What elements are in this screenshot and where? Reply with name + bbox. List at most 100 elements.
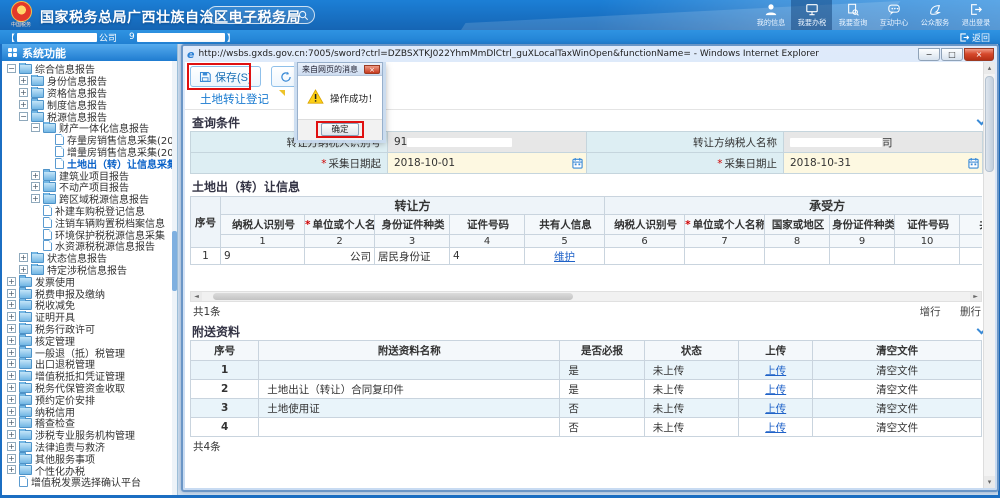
sidebar-item-label[interactable]: 环境保护税税源信息采集 — [55, 228, 165, 240]
sidebar-item-label[interactable]: 税费申报及缴纳 — [35, 287, 105, 299]
sidebar-item-label[interactable]: 综合信息报告 — [35, 63, 95, 75]
maintain-link[interactable]: 维护 — [554, 251, 575, 263]
attachments-section-header[interactable]: 附送资料 — [185, 319, 995, 338]
expand-toggle-icon[interactable] — [7, 395, 16, 404]
minimize-button[interactable]: − — [918, 48, 940, 61]
sidebar-item[interactable]: 存量房销售信息采集(2016) — [2, 134, 177, 146]
sidebar-item-label[interactable]: 其他服务事项 — [35, 452, 95, 464]
sidebar-item[interactable]: 涉税专业服务机构管理 — [2, 429, 177, 441]
sidebar-item-label[interactable]: 纳税信用 — [35, 405, 75, 417]
delete-row-button[interactable]: 删行 — [960, 306, 981, 318]
nav-my-info[interactable]: 我的信息 — [750, 0, 791, 30]
sidebar-item-label[interactable]: 出口退税管理 — [35, 358, 95, 370]
sidebar-item[interactable]: 建筑业项目报告 — [2, 169, 177, 181]
expand-toggle-icon[interactable] — [7, 418, 16, 427]
expand-toggle-icon[interactable] — [7, 324, 16, 333]
clear-file-button[interactable]: 清空文件 — [813, 380, 982, 399]
sidebar-item-label[interactable]: 资格信息报告 — [47, 87, 107, 99]
expand-toggle-icon[interactable] — [19, 76, 28, 85]
expand-toggle-icon[interactable] — [7, 64, 16, 73]
sidebar-item-label[interactable]: 状态信息报告 — [47, 252, 107, 264]
sidebar-item-label[interactable]: 稽查检查 — [35, 417, 75, 429]
close-button[interactable]: × — [964, 48, 994, 61]
vertical-scrollbar-thumb[interactable] — [985, 76, 994, 172]
sidebar-item-label[interactable]: 增量房销售信息采集(2016) — [67, 146, 177, 158]
calendar-icon[interactable] — [572, 157, 583, 172]
sidebar-item-label[interactable]: 核定管理 — [35, 334, 75, 346]
sidebar-item-label[interactable]: 一般退（抵）税管理 — [35, 346, 125, 358]
date-end-field[interactable]: 2018-10-31 — [784, 153, 983, 174]
dialog-close-icon[interactable]: × — [364, 65, 380, 74]
tab-land-transfer[interactable]: 土地转让登记 — [190, 89, 279, 109]
sidebar-scrollbar-thumb[interactable] — [172, 231, 177, 291]
sidebar-item-label[interactable]: 身份信息报告 — [47, 75, 107, 87]
back-button[interactable]: 返回 — [960, 30, 990, 44]
cell-transferee-id[interactable] — [605, 248, 685, 265]
sidebar-item[interactable]: 综合信息报告 — [2, 63, 177, 75]
expand-toggle-icon[interactable] — [7, 371, 16, 380]
sidebar-item-label[interactable]: 特定涉税信息报告 — [47, 264, 127, 276]
sidebar-item[interactable]: 出口退税管理 — [2, 358, 177, 370]
cell-transferee-name[interactable] — [685, 248, 765, 265]
sidebar-item-label[interactable]: 存量房销售信息采集(2016) — [67, 134, 177, 146]
sidebar-item[interactable]: 税费申报及缴纳 — [2, 287, 177, 299]
header-search[interactable] — [207, 6, 315, 24]
upload-link[interactable]: 上传 — [765, 403, 786, 415]
expand-toggle-icon[interactable] — [7, 348, 16, 357]
sidebar-item[interactable]: 环境保护税税源信息采集 — [2, 228, 177, 240]
sidebar-item-label[interactable]: 财产一体化信息报告 — [59, 122, 149, 134]
search-icon[interactable] — [298, 10, 309, 21]
sidebar-item-label[interactable]: 涉税专业服务机构管理 — [35, 429, 135, 441]
sidebar-item[interactable]: 补建车购税登记信息 — [2, 205, 177, 217]
horizontal-scrollbar-thumb[interactable] — [213, 293, 573, 300]
cell-transferor-id[interactable]: 9 — [221, 248, 305, 265]
scroll-down-arrow-icon[interactable]: ▾ — [984, 476, 995, 488]
expand-toggle-icon[interactable] — [31, 123, 40, 132]
sidebar-item[interactable]: 税源信息报告 — [2, 110, 177, 122]
sidebar-item-label[interactable]: 税务行政许可 — [35, 323, 95, 335]
sidebar-item-label[interactable]: 法律追责与救济 — [35, 441, 105, 453]
expand-toggle-icon[interactable] — [7, 359, 16, 368]
sidebar-item[interactable]: 不动产项目报告 — [2, 181, 177, 193]
cell-transferee-cert-no[interactable] — [895, 248, 960, 265]
dialog-titlebar[interactable]: 来自网页的消息 × — [298, 63, 382, 76]
date-start-field[interactable]: 2018-10-01 — [388, 153, 587, 174]
clear-file-button[interactable]: 清空文件 — [813, 418, 982, 437]
sidebar-item-label[interactable]: 土地出（转）让信息采集 — [67, 157, 177, 169]
scroll-up-arrow-icon[interactable]: ▴ — [984, 62, 995, 74]
expand-toggle-icon[interactable] — [7, 300, 16, 309]
upload-link[interactable]: 上传 — [765, 384, 786, 396]
expand-toggle-icon[interactable] — [19, 253, 28, 262]
expand-toggle-icon[interactable] — [31, 182, 40, 191]
sidebar-item[interactable]: 财产一体化信息报告 — [2, 122, 177, 134]
sidebar-item-label[interactable]: 税源信息报告 — [47, 110, 107, 122]
sidebar-item-label[interactable]: 不动产项目报告 — [59, 181, 129, 193]
cell-country[interactable] — [765, 248, 830, 265]
expand-toggle-icon[interactable] — [19, 100, 28, 109]
nav-tax-handling[interactable]: 我要办税 — [791, 0, 832, 30]
sidebar-item[interactable]: 个性化办税 — [2, 464, 177, 476]
sidebar-item[interactable]: 水资源税税源信息报告 — [2, 240, 177, 252]
sidebar-item-label[interactable]: 税务代保管资金收取 — [35, 382, 125, 394]
expand-toggle-icon[interactable] — [7, 442, 16, 451]
clear-file-button[interactable]: 清空文件 — [813, 399, 982, 418]
upload-link[interactable]: 上传 — [765, 422, 786, 434]
sidebar-item-label[interactable]: 水资源税税源信息报告 — [55, 240, 155, 252]
sidebar-item-label[interactable]: 发票使用 — [35, 275, 75, 287]
sidebar-item[interactable]: 增值税抵扣凭证管理 — [2, 370, 177, 382]
expand-toggle-icon[interactable] — [7, 383, 16, 392]
scroll-right-arrow-icon[interactable]: ► — [970, 292, 981, 301]
sidebar-item[interactable]: 发票使用 — [2, 275, 177, 287]
cell-cert-no[interactable]: 4 — [450, 248, 525, 265]
expand-toggle-icon[interactable] — [19, 88, 28, 97]
sidebar-item-label[interactable]: 制度信息报告 — [47, 98, 107, 110]
sidebar-item[interactable]: 特定涉税信息报告 — [2, 264, 177, 276]
ie-titlebar[interactable]: e http://wsbs.gxds.gov.cn:7005/sword?ctr… — [183, 46, 997, 62]
cell-cert-type[interactable]: 居民身份证 — [375, 248, 450, 265]
sidebar-item[interactable]: 土地出（转）让信息采集 — [2, 157, 177, 169]
sidebar-item[interactable]: 增值税发票选择确认平台 — [2, 476, 177, 488]
transferor-id-field[interactable]: 91 — [388, 132, 587, 153]
sidebar-item[interactable]: 纳税信用 — [2, 405, 177, 417]
sidebar-item[interactable]: 税务代保管资金收取 — [2, 382, 177, 394]
vertical-scrollbar[interactable]: ▴ ▾ — [983, 62, 995, 488]
